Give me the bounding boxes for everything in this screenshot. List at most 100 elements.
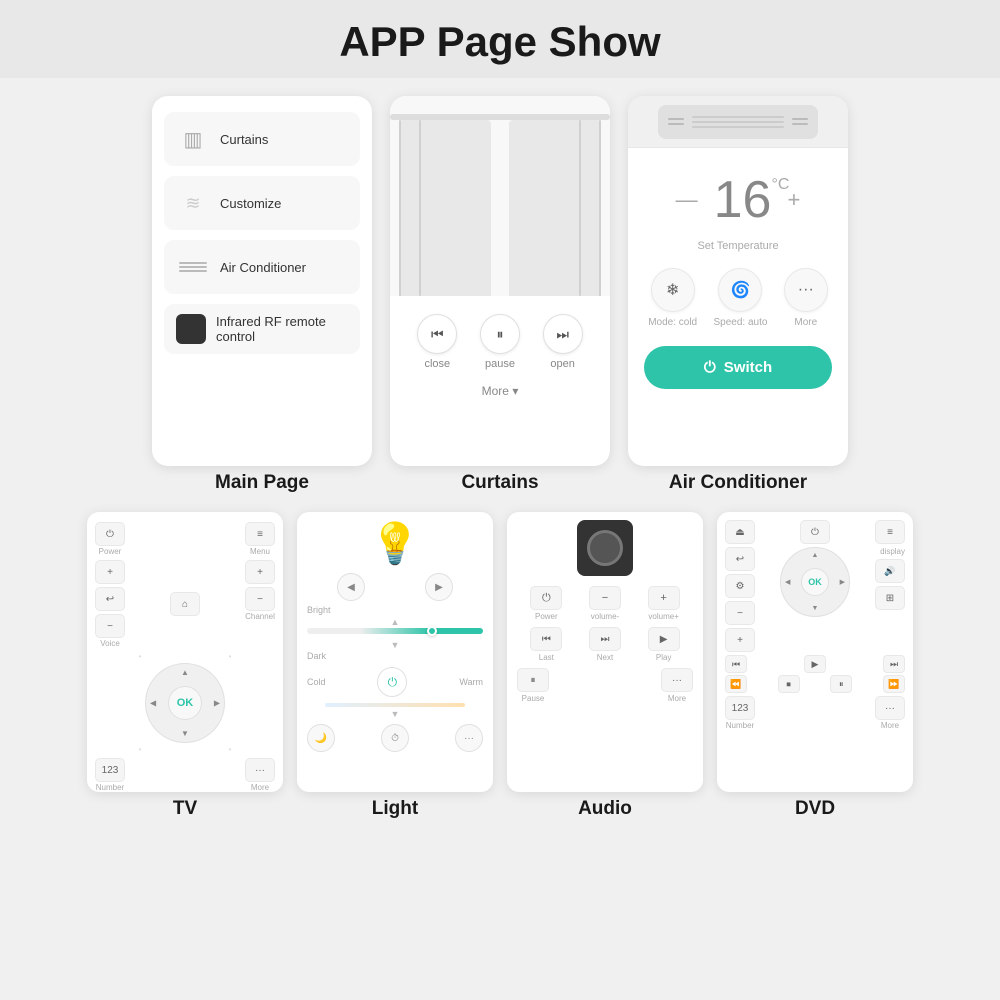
dvd-card: ⏏ ⏻ ≡ ↩ ⚙ − + ▲ ▼ [717,512,913,792]
audio-vol-plus-button[interactable]: + [648,586,680,610]
audio-pause-button[interactable]: ⏸ [517,668,549,692]
light-more-btn[interactable]: ··· [455,724,483,752]
curtain-icon: ▥ [176,122,210,156]
audio-controls: ⏻ Power − volume- + volume+ [517,586,693,621]
audio-play-button[interactable]: ▶ [648,627,680,651]
cold-label: Cold [307,677,326,687]
tv-voice-plus[interactable]: + [95,560,125,584]
tv-voice-minus[interactable]: − [95,614,125,638]
curtains-label: Curtains [461,466,538,496]
audio-vol-plus-label: volume+ [648,612,678,621]
dvd-right-button[interactable]: ▶ [840,578,845,586]
menu-item-customize[interactable]: ≋ Customize [164,176,360,230]
audio-play-label: Play [656,653,672,662]
ac-mode-control[interactable]: ❄ Mode: cold [648,268,697,328]
open-button[interactable]: ⏭ open [543,314,583,370]
dvd-left-button[interactable]: ◀ [785,578,790,586]
ac-controls: ❄ Mode: cold 🌀 Speed: auto ··· More [628,252,848,338]
menu-item-curtains[interactable]: ▥ Curtains [164,112,360,166]
dvd-vol-plus[interactable]: + [725,628,755,652]
speaker-circle [587,530,623,566]
tv-number-button[interactable]: 123 [95,758,125,782]
light-right-btn[interactable]: ▶ [425,573,453,601]
ac-lines-left [668,118,684,125]
ac-mode-icon: ❄ [651,268,695,312]
dvd-eject-group: ⏏ [725,520,755,544]
audio-next-col: ⏭ Next [589,627,621,662]
dvd-up-button[interactable]: ▲ [812,552,819,559]
tv-more-button[interactable]: ··· [245,758,275,782]
tv-left-button[interactable]: ◀ [150,699,156,708]
audio-vol-minus-button[interactable]: − [589,586,621,610]
menu-item-ac[interactable]: Air Conditioner [164,240,360,294]
tv-top-row: ⏻ Power ≡ Menu [95,522,275,556]
dvd-right-side: display 🔊 ⊞ [875,547,905,610]
dvd-power-button[interactable]: ⏻ [800,520,830,544]
dvd-more-button[interactable]: ··· [875,696,905,720]
curtain-panel-right [509,120,601,296]
light-mode-btn[interactable]: 🌙 [307,724,335,752]
pause-button[interactable]: ⏸ pause [480,314,520,370]
dvd-more-group: ··· More [875,696,905,730]
close-button[interactable]: ⏮ close [417,314,457,370]
audio-next-button[interactable]: ⏭ [589,627,621,651]
light-left-btn[interactable]: ◀ [337,573,365,601]
tv-more-group: ··· More [245,758,275,792]
tv-label: TV [173,792,197,822]
dvd-stop-button[interactable]: ⏹ [778,675,800,693]
ac-speed-control[interactable]: 🌀 Speed: auto [713,268,767,328]
dvd-pause2-button[interactable]: ⏸ [830,675,852,693]
light-power-button[interactable]: ⏻ [377,667,407,697]
dvd-menu-button[interactable]: ≡ [875,520,905,544]
audio-more-button[interactable]: ··· [661,668,693,692]
dvd-vol-minus[interactable]: − [725,601,755,625]
tv-ch-plus[interactable]: + [245,560,275,584]
light-timer-btn[interactable]: ⏱ [381,724,409,752]
dvd-grid-button[interactable]: ⊞ [875,586,905,610]
audio-last-button[interactable]: ⏮ [530,627,562,651]
ac-set-label: Set Temperature [628,240,848,252]
brightness-slider[interactable] [307,628,483,634]
warm-label: Warm [459,677,483,687]
tv-right-button[interactable]: ▶ [214,699,220,708]
ac-minus-button[interactable]: — [676,187,698,213]
tv-voice-back[interactable]: ↩ [95,587,125,611]
dvd-power-group: ⏻ [800,520,830,544]
tv-number-label: Number [96,783,124,792]
dvd-back-button[interactable]: ↩ [725,547,755,571]
ac-unit-visual [658,105,818,139]
more-link[interactable]: More ▾ [390,378,610,404]
tv-menu-label: Menu [250,547,270,556]
dvd-rew-button[interactable]: ⏪ [725,675,747,693]
dvd-down-button[interactable]: ▼ [812,605,819,612]
dvd-number-button[interactable]: 123 [725,696,755,720]
dvd-ok-button[interactable]: OK [801,568,829,596]
dvd-menu-group: ≡ [875,520,905,544]
dvd-left-side: ↩ ⚙ − + [725,547,755,652]
dvd-eject-button[interactable]: ⏏ [725,520,755,544]
dvd-setup-button[interactable]: ⚙ [725,574,755,598]
audio-pause-col: ⏸ Pause [517,668,549,703]
tv-power-button[interactable]: ⏻ [95,522,125,546]
menu-item-ir[interactable]: Infrared RF remote control [164,304,360,354]
tv-up-button[interactable]: ▲ [181,668,189,677]
audio-play-col: ▶ Play [648,627,680,662]
tv-home-button[interactable]: ⌂ [170,592,200,616]
audio-power-button[interactable]: ⏻ [530,586,562,610]
dvd-play-button[interactable]: ▶ [804,655,826,673]
light-bright-slider: Bright ▲ ▼ Dark [307,605,483,663]
tv-dpad: ▲ ▼ ◀ ▶ OK [145,663,225,743]
tv-menu-button[interactable]: ≡ [245,522,275,546]
tv-card: ⏻ Power ≡ Menu + ↩ − Voice ⌂ [87,512,283,792]
tv-ch-minus[interactable]: − [245,587,275,611]
dvd-label: DVD [795,792,835,822]
open-icon: ⏭ [543,314,583,354]
switch-button[interactable]: ⏻ Switch [644,346,832,389]
dvd-vol-ctrl[interactable]: 🔊 [875,559,905,583]
dvd-next-button[interactable]: ⏭ [883,655,905,673]
tv-down-button[interactable]: ▼ [181,729,189,738]
tv-ok-button[interactable]: OK [168,686,202,720]
dvd-ff-button[interactable]: ⏩ [883,675,905,693]
dvd-prev-button[interactable]: ⏮ [725,655,747,673]
ac-more-control[interactable]: ··· More [784,268,828,328]
